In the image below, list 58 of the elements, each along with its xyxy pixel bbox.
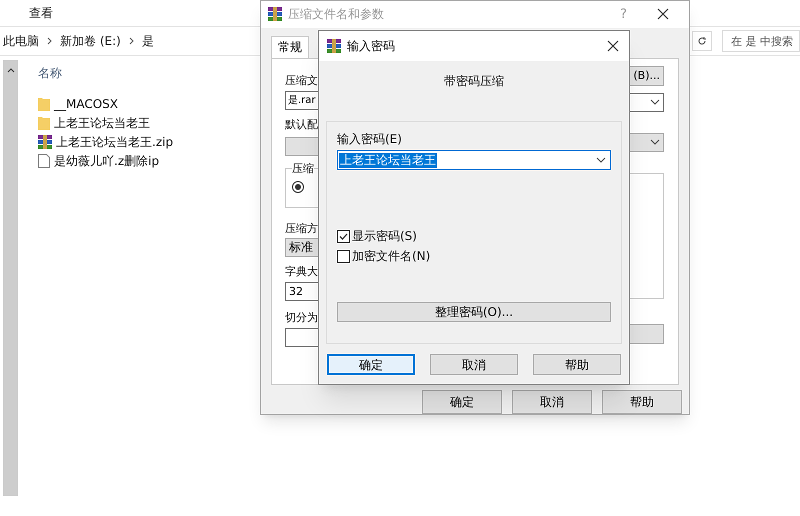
dialog-button[interactable]: 帮助 bbox=[533, 354, 621, 375]
refresh-button[interactable] bbox=[692, 31, 712, 51]
chevron-icon bbox=[128, 37, 134, 45]
archive-icon bbox=[38, 134, 52, 148]
checkbox[interactable] bbox=[337, 230, 350, 242]
folder-icon bbox=[38, 116, 50, 130]
column-header[interactable]: 名称 bbox=[38, 64, 174, 82]
field-label: 压缩方 bbox=[285, 222, 319, 236]
window-title: 输入密码 bbox=[347, 38, 396, 55]
close-icon[interactable] bbox=[657, 8, 669, 20]
file-name: 上老王论坛当老王.zip bbox=[56, 134, 174, 150]
field-label: 字典大 bbox=[285, 264, 319, 279]
profile-dropdown[interactable] bbox=[285, 136, 319, 156]
checkbox-label: 加密文件名(N) bbox=[352, 249, 430, 263]
password-dropdown[interactable]: 上老王论坛当老王 bbox=[337, 150, 611, 170]
method-dropdown[interactable]: 标准 bbox=[285, 238, 319, 257]
app-icon bbox=[327, 39, 341, 53]
dialog-button[interactable]: 取消 bbox=[512, 390, 592, 414]
field-label: 压缩文 bbox=[285, 74, 319, 88]
file-name: 是幼薇儿吖.z删除ip bbox=[54, 152, 160, 170]
search-field[interactable]: 在 是 中搜索 bbox=[722, 30, 800, 52]
radio-button[interactable] bbox=[292, 180, 304, 193]
scroll-up-icon[interactable] bbox=[6, 68, 14, 73]
organize-button[interactable]: 整理密码(O)... bbox=[337, 302, 611, 322]
dialog-heading: 带密码压缩 bbox=[444, 73, 504, 90]
folder-icon bbox=[38, 96, 50, 110]
caret-icon bbox=[596, 157, 606, 163]
breadcrumb-item[interactable]: 此电脑 bbox=[3, 32, 39, 50]
refresh-icon bbox=[697, 36, 707, 46]
checkbox[interactable] bbox=[337, 250, 350, 262]
checkbox-label: 显示密码(S) bbox=[352, 229, 417, 243]
menu-item[interactable]: 查看 bbox=[29, 4, 53, 22]
field-label: 输入密码(E) bbox=[337, 132, 403, 146]
caret-icon bbox=[650, 139, 660, 146]
caret-icon bbox=[650, 99, 660, 106]
window-title: 压缩文件名和参数 bbox=[288, 6, 385, 24]
dialog-button[interactable]: 确定 bbox=[422, 390, 502, 414]
breadcrumb-item[interactable]: 新加卷 (E:) bbox=[60, 32, 121, 50]
document-icon bbox=[38, 154, 50, 168]
scrollbar[interactable] bbox=[3, 60, 18, 496]
tab[interactable]: 常规 bbox=[271, 36, 309, 58]
file-item[interactable]: __MACOSX bbox=[38, 94, 174, 113]
breadcrumb-item[interactable]: 是 bbox=[142, 32, 154, 50]
dialog-button[interactable]: 取消 bbox=[430, 354, 518, 375]
file-name: __MACOSX bbox=[54, 96, 118, 112]
file-item[interactable]: 是幼薇儿吖.z删除ip bbox=[38, 151, 174, 170]
file-name: 上老王论坛当老王 bbox=[54, 114, 150, 132]
field-label: 默认配 bbox=[285, 118, 319, 132]
app-icon bbox=[268, 7, 282, 22]
field-label: 切分为 bbox=[285, 310, 319, 325]
close-icon[interactable] bbox=[607, 40, 619, 52]
chevron-icon bbox=[47, 37, 52, 45]
dialog-button[interactable]: 帮助 bbox=[602, 390, 682, 414]
password-text: 上老王论坛当老王 bbox=[339, 152, 437, 168]
group-label: 压缩 bbox=[292, 162, 314, 176]
dialog-button[interactable]: 确定 bbox=[327, 354, 415, 375]
file-item[interactable]: 上老王论坛当老王.zip bbox=[38, 132, 174, 151]
file-item[interactable]: 上老王论坛当老王 bbox=[38, 113, 174, 132]
